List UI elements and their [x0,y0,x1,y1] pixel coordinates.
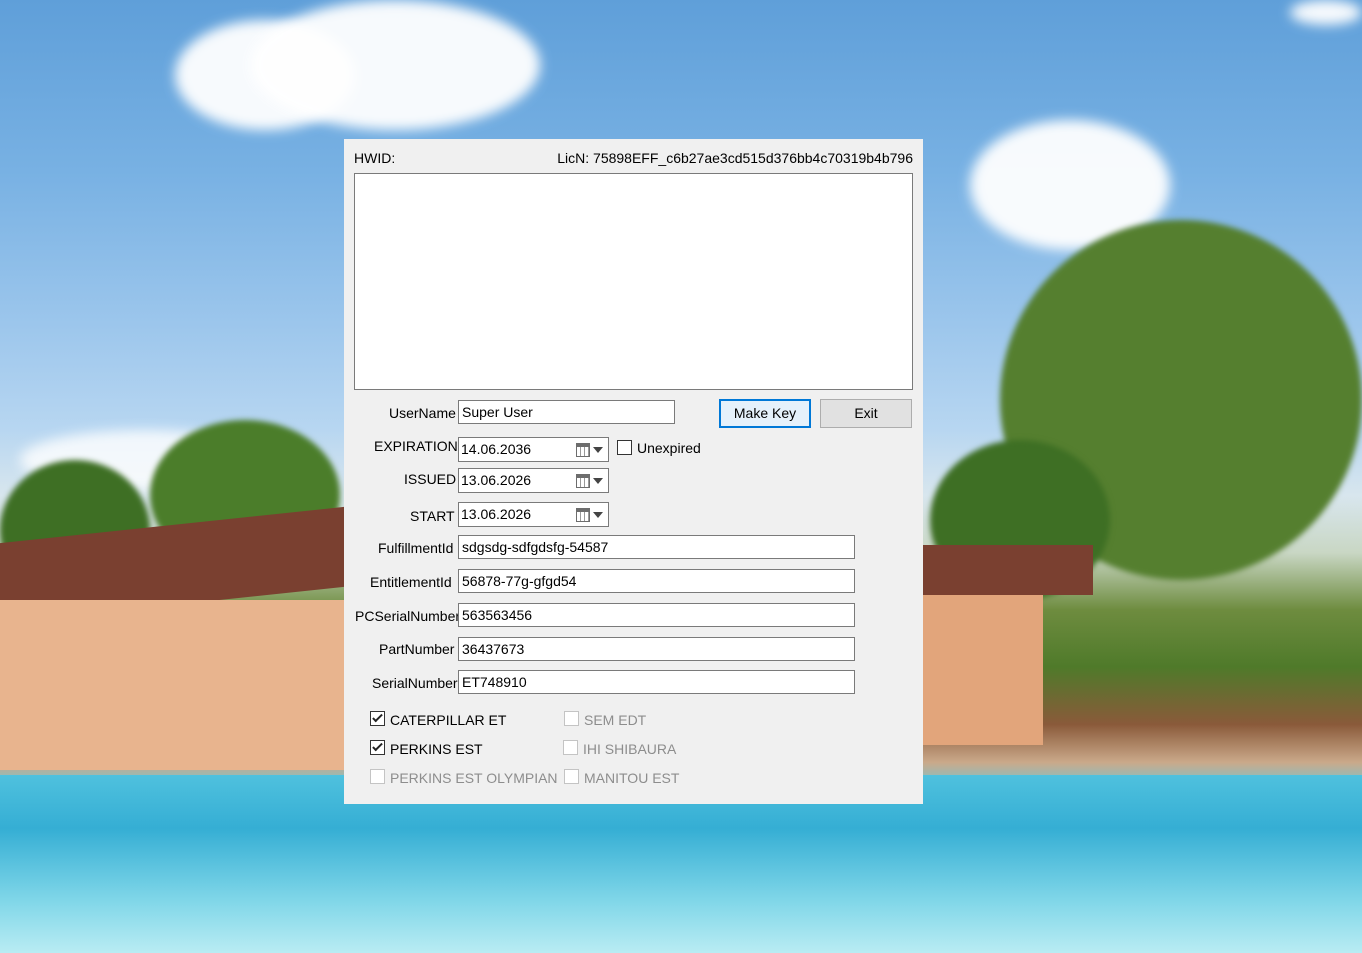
perkins-est-olympian-label: PERKINS EST OLYMPIAN [390,770,558,786]
hwid-label: HWID: [354,150,396,166]
perkins-est-checkbox[interactable] [370,740,385,755]
licn-text: LicN: 75898EFF_c6b27ae3cd515d376bb4c7031… [557,150,913,166]
ihi-shibaura-checkbox[interactable] [563,740,578,755]
exit-button[interactable]: Exit [820,399,912,428]
start-value: 13.06.2026 [461,506,532,522]
sem-edt-label: SEM EDT [584,712,647,728]
entitlement-input[interactable]: 56878-77g-gfgd54 [458,569,855,593]
calendar-icon[interactable] [576,474,590,488]
issued-value: 13.06.2026 [461,472,532,488]
expiration-value: 14.06.2036 [461,441,532,457]
issued-date-picker[interactable]: 13.06.2026 [458,468,609,493]
serialnumber-label: SerialNumber [372,675,458,691]
calendar-icon[interactable] [576,508,590,522]
ihi-shibaura-label: IHI SHIBAURA [583,741,677,757]
unexpired-checkbox[interactable] [617,440,632,455]
manitou-est-checkbox[interactable] [564,769,579,784]
perkins-est-olympian-checkbox[interactable] [370,769,385,784]
expiration-label: EXPIRATION [374,438,458,454]
start-label: START [410,508,455,524]
license-dialog: HWID: LicN: 75898EFF_c6b27ae3cd515d376bb… [344,139,923,804]
start-date-picker[interactable]: 13.06.2026 [458,502,609,527]
entitlement-label: EntitlementId [370,574,452,590]
hwid-textarea[interactable] [354,173,913,390]
manitou-est-label: MANITOU EST [584,770,680,786]
make-key-button[interactable]: Make Key [719,399,811,428]
chevron-down-icon[interactable] [593,512,603,518]
checkmark-icon [372,740,383,752]
perkins-est-label: PERKINS EST [390,741,483,757]
chevron-down-icon[interactable] [593,478,603,484]
fulfillment-label: FulfillmentId [378,540,454,556]
pcserial-input[interactable]: 563563456 [458,603,855,627]
fulfillment-input[interactable]: sdgsdg-sdfgdsfg-54587 [458,535,855,559]
partnumber-input[interactable]: 36437673 [458,637,855,661]
calendar-icon[interactable] [576,443,590,457]
unexpired-label: Unexpired [637,440,701,456]
issued-label: ISSUED [404,471,457,487]
sem-edt-checkbox[interactable] [564,711,579,726]
checkmark-icon [372,711,383,723]
caterpillar-et-label: CATERPILLAR ET [390,712,507,728]
pcserial-label: PCSerialNumber [355,608,461,624]
serialnumber-input[interactable]: ET748910 [458,670,855,694]
caterpillar-et-checkbox[interactable] [370,711,385,726]
expiration-date-picker[interactable]: 14.06.2036 [458,437,609,462]
username-input[interactable]: Super User [458,400,675,424]
chevron-down-icon[interactable] [593,447,603,453]
partnumber-label: PartNumber [379,641,455,657]
username-label: UserName [389,405,456,421]
